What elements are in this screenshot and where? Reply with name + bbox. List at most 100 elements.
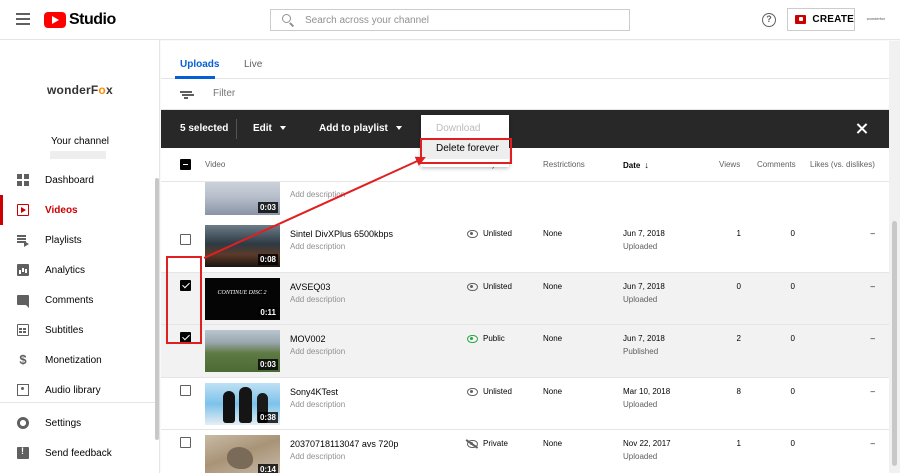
search-icon [281,13,295,27]
video-description[interactable]: Add description [290,295,345,304]
video-description[interactable]: Add description [290,347,345,356]
video-description[interactable]: Add description [290,242,345,251]
search-box[interactable] [270,9,630,31]
views-value: 8 [736,386,741,396]
video-title[interactable]: Sintel DivXPlus 6500kbps [290,229,393,239]
duration-badge: 0:03 [257,202,278,213]
row-checkbox[interactable] [180,234,191,245]
visibility-value[interactable]: Private [483,439,508,448]
penguin-shape [223,390,235,423]
sidebar-item-settings[interactable]: Settings [0,408,159,438]
row-checkbox[interactable] [180,437,191,448]
close-icon[interactable] [855,122,869,136]
studio-label: Studio [69,11,116,28]
video-description[interactable]: Add description [290,400,345,409]
select-all-checkbox[interactable] [180,159,191,170]
restrictions-value: None [543,439,563,448]
table-row[interactable]: 0:03 Add description [161,182,889,221]
column-views[interactable]: Views [719,160,740,169]
annotation-highlight-checkboxes [166,256,202,344]
tab-live[interactable]: Live [244,59,262,70]
filter-icon[interactable] [180,91,192,99]
column-comments[interactable]: Comments [757,160,796,169]
column-restrictions[interactable]: Restrictions [543,160,585,169]
video-thumbnail[interactable]: 0:03 [205,330,280,372]
create-button[interactable]: CREATE [787,8,855,31]
sidebar-scrollbar[interactable] [155,178,159,440]
date-status: Published [623,347,659,356]
restrictions-value: None [543,281,563,291]
date-value: Jun 7, 2018 [623,334,665,343]
cat-shape [227,447,253,469]
comments-value: 0 [790,229,795,238]
views-value: 2 [736,334,741,343]
visibility-value[interactable]: Unlisted [483,282,512,291]
sidebar-item-comments[interactable]: Comments [0,285,159,315]
views-value: 0 [736,281,741,291]
column-likes[interactable]: Likes (vs. dislikes) [810,160,875,169]
sidebar-item-playlists[interactable]: Playlists [0,225,159,255]
channel-logo[interactable]: wonderFox [47,83,113,97]
edit-button[interactable]: Edit [253,123,286,134]
video-thumbnail[interactable]: 0:14 [205,435,280,473]
video-description[interactable]: Add description [290,190,345,199]
penguin-shape [239,386,252,423]
sidebar-item-subtitles[interactable]: Subtitles [0,315,159,345]
sidebar-item-analytics[interactable]: Analytics [0,255,159,285]
video-title[interactable]: 20370718113047 avs 720p [290,439,398,449]
eye-icon [467,230,478,238]
column-video: Video [205,160,226,169]
duration-badge: 0:11 [258,306,278,318]
date-status: Uploaded [623,399,658,409]
comments-value: 0 [790,386,795,396]
sidebar-item-send-feedback[interactable]: Send feedback [0,438,159,468]
duration-badge: 0:03 [257,359,278,370]
main-scrollbar-thumb[interactable] [892,221,897,466]
video-thumbnail[interactable]: 0:38 [205,382,280,425]
comments-value: 0 [790,281,795,291]
chevron-down-icon [395,126,402,131]
table-row[interactable]: CONTINUE DISC 2 0:11 AVSEQ03 Add descrip… [161,272,889,325]
table-row[interactable]: 0:08 Sintel DivXPlus 6500kbps Add descri… [161,220,889,273]
filter-input[interactable] [213,88,413,99]
feedback-icon [17,446,29,459]
video-title[interactable]: MOV002 [290,334,326,344]
table-row[interactable]: 0:14 20370718113047 avs 720p Add descrip… [161,430,889,473]
video-thumbnail[interactable]: 0:03 [205,182,280,215]
visibility-value[interactable]: Unlisted [483,229,512,238]
table-row[interactable]: 0:38 Sony4KTest Add description Unlisted… [161,377,889,430]
main-scrollbar[interactable] [889,41,900,473]
date-status: Uploaded [623,242,658,251]
account-avatar[interactable]: wonderfox [864,12,888,26]
column-date[interactable]: Date ↓ [623,160,649,170]
tab-uploads[interactable]: Uploads [180,59,219,70]
channel-name-blurred [50,151,106,159]
sidebar-item-dashboard[interactable]: Dashboard [0,165,159,195]
menu-icon[interactable] [16,13,30,25]
video-thumbnail[interactable]: CONTINUE DISC 2 0:11 [205,277,280,320]
add-to-playlist-button[interactable]: Add to playlist [319,123,402,134]
video-title[interactable]: AVSEQ03 [290,282,330,292]
table-row[interactable]: 0:03 MOV002 Add description Public None … [161,325,889,378]
visibility-value[interactable]: Unlisted [483,387,512,396]
eye-off-icon [467,440,478,448]
help-icon[interactable]: ? [762,13,776,27]
sidebar-item-monetization[interactable]: $ Monetization [0,345,159,375]
video-thumbnail[interactable]: 0:08 [205,225,280,267]
date-value: Mar 10, 2018 [623,386,671,396]
likes-value: – [870,229,875,238]
sidebar-bottom-nav: Settings Send feedback [0,408,159,468]
likes-value: – [870,386,875,396]
video-title[interactable]: Sony4KTest [290,387,338,397]
video-description[interactable]: Add description [290,452,345,461]
row-checkbox[interactable] [180,384,191,396]
search-input[interactable] [305,14,605,26]
sidebar-item-audio-library[interactable]: Audio library [0,375,159,405]
visibility-value[interactable]: Public [483,334,505,343]
youtube-studio-logo[interactable]: Studio [44,10,116,30]
likes-value: – [870,439,875,448]
table-header: Video Visibility Restrictions Date↓ View… [161,148,889,182]
sidebar-item-videos[interactable]: Videos [0,195,159,225]
analytics-icon [17,264,29,276]
playlists-icon [17,234,29,247]
